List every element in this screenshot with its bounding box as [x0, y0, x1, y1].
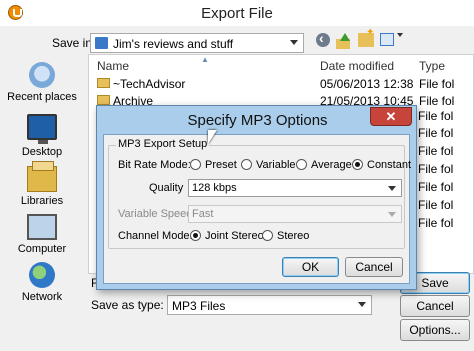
quality-value: 128 kbps	[192, 182, 237, 194]
file-date: 05/06/2013 12:38	[320, 77, 414, 91]
close-button[interactable]: ✕	[370, 107, 412, 126]
channel-mode-label: Channel Mode:	[118, 230, 193, 242]
variable-speed-select: Fast	[188, 205, 402, 223]
file-type: File fol	[418, 126, 454, 140]
bit-rate-mode-label: Bit Rate Mode:	[118, 159, 191, 171]
mp3-cancel-button[interactable]: Cancel	[345, 257, 403, 277]
window-title: Export File	[201, 5, 273, 22]
save-in-combobox[interactable]: Jim's reviews and stuff	[90, 33, 304, 53]
radio-stereo-label[interactable]: Stereo	[277, 230, 309, 242]
save-as-type-select[interactable]: MP3 Files	[167, 295, 372, 315]
chevron-down-icon[interactable]	[397, 33, 403, 37]
computer-icon	[27, 214, 57, 240]
sort-ascending-icon: ▲	[201, 55, 209, 64]
mouse-cursor-icon	[208, 130, 217, 144]
new-folder-icon[interactable]	[358, 27, 374, 47]
up-folder-icon[interactable]	[336, 33, 352, 49]
group-title: MP3 Export Setup	[116, 138, 210, 150]
place-label: Computer	[17, 243, 67, 255]
folder-library-icon	[95, 37, 108, 49]
file-row[interactable]: ~TechAdvisor 05/06/2013 12:38 File fol	[89, 75, 474, 93]
export-file-dialog: Export File Save in: Jim's reviews and s…	[0, 0, 474, 351]
file-type: File fol	[419, 77, 455, 91]
radio-variable[interactable]	[241, 159, 252, 170]
file-type: File fol	[418, 216, 454, 230]
file-type: File fol	[418, 109, 454, 123]
file-type: File fol	[418, 162, 454, 176]
file-type: File fol	[418, 180, 454, 194]
radio-average[interactable]	[296, 159, 307, 170]
place-libraries[interactable]: Libraries	[0, 161, 84, 207]
ok-button[interactable]: OK	[282, 257, 339, 277]
variable-speed-value: Fast	[192, 208, 214, 220]
place-label: Network	[21, 291, 63, 303]
desktop-icon	[27, 114, 57, 144]
libraries-icon	[27, 161, 57, 192]
file-type: File fol	[418, 198, 454, 212]
radio-preset[interactable]	[190, 159, 201, 170]
title-bar: Export File	[0, 0, 474, 26]
quality-label: Quality	[149, 182, 184, 194]
network-icon	[29, 262, 55, 288]
place-recent-places[interactable]: Recent places	[0, 62, 84, 103]
radio-constant[interactable]	[352, 159, 363, 170]
mp3-dialog-content: MP3 Export Setup Bit Rate Mode: Preset V…	[103, 134, 411, 284]
mp3-options-dialog: Specify MP3 Options ✕ MP3 Export Setup B…	[96, 105, 417, 290]
column-header-date[interactable]: Date modified	[320, 59, 394, 73]
radio-average-label[interactable]: Average	[311, 159, 352, 171]
radio-stereo[interactable]	[262, 230, 273, 241]
quality-select[interactable]: 128 kbps	[188, 179, 402, 197]
place-label: Recent places	[7, 91, 77, 103]
place-label: Libraries	[20, 195, 64, 207]
places-bar: Recent places Desktop Libraries Computer…	[0, 54, 84, 314]
options-button[interactable]: Options...	[400, 319, 470, 341]
variable-speed-label: Variable Speed:	[118, 208, 196, 220]
place-desktop[interactable]: Desktop	[0, 114, 84, 158]
save-in-label: Save in:	[52, 36, 96, 50]
view-menu-icon[interactable]	[380, 33, 394, 46]
column-header-type[interactable]: Type	[419, 59, 445, 73]
folder-icon	[97, 95, 110, 105]
save-as-type-label: Save as type:	[91, 298, 164, 312]
place-network[interactable]: Network	[0, 262, 84, 303]
chevron-down-icon	[358, 302, 366, 307]
place-computer[interactable]: Computer	[0, 214, 84, 255]
back-icon[interactable]	[316, 30, 330, 47]
file-name: ~TechAdvisor	[113, 77, 186, 91]
place-label: Desktop	[21, 146, 63, 158]
radio-variable-label[interactable]: Variable	[256, 159, 296, 171]
file-type: File fol	[419, 94, 455, 108]
radio-constant-label[interactable]: Constant	[367, 159, 411, 171]
chevron-down-icon	[388, 212, 396, 217]
chevron-down-icon	[388, 186, 396, 191]
save-in-value: Jim's reviews and stuff	[113, 37, 234, 51]
radio-joint-stereo-label[interactable]: Joint Stereo	[205, 230, 264, 242]
cancel-button[interactable]: Cancel	[400, 295, 470, 317]
column-header-name[interactable]: Name	[97, 59, 129, 73]
save-as-type-value: MP3 Files	[172, 299, 226, 313]
radio-joint-stereo[interactable]	[190, 230, 201, 241]
folder-icon	[97, 78, 110, 88]
radio-preset-label[interactable]: Preset	[205, 159, 237, 171]
recent-places-icon	[29, 62, 55, 88]
chevron-down-icon	[290, 40, 298, 45]
file-type: File fol	[418, 144, 454, 158]
